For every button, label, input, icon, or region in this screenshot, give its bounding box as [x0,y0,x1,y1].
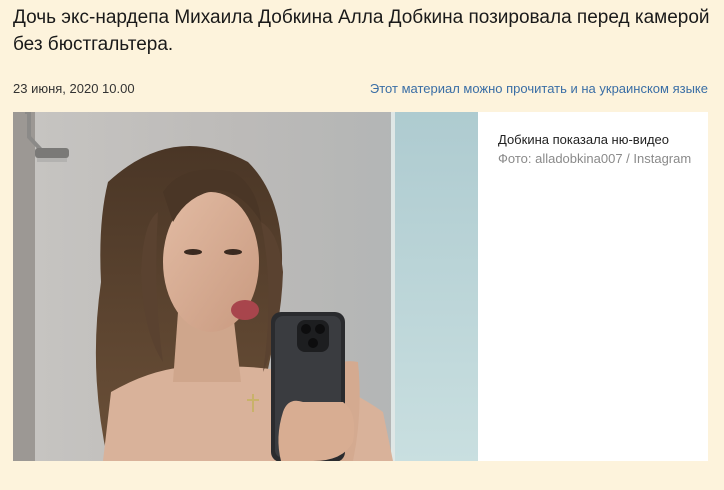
ukrainian-version-link[interactable]: Этот материал можно прочитать и на украи… [370,80,708,98]
article-meta: 23 июня, 2020 10.00 Этот материал можно … [13,80,708,98]
article-figure: Добкина показала ню-видео Фото: alladobk… [13,112,708,461]
photo-credit: Фото: alladobkina007 / Instagram [498,151,692,166]
article-headline: Дочь экс-нардепа Михаила Добкина Алла До… [13,7,710,55]
caption-title: Добкина показала ню-видео [498,132,670,147]
article-photo [13,112,478,461]
photo-caption: Добкина показала ню-видео Фото: alladobk… [498,130,693,168]
publication-date: 23 июня, 2020 10.00 [13,81,135,96]
